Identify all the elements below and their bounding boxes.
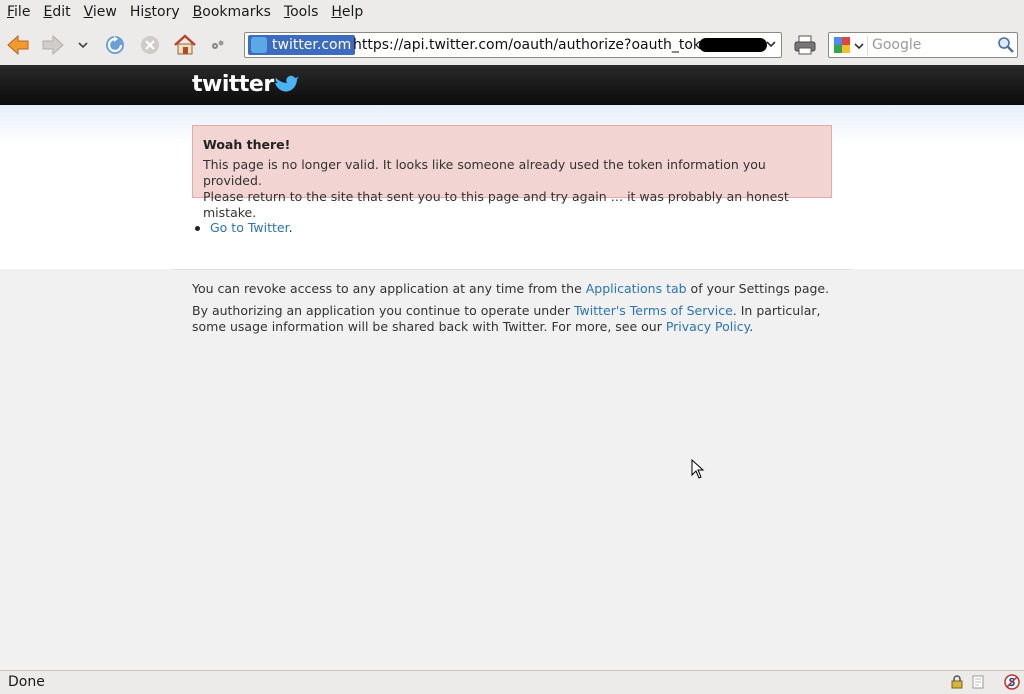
menu-bookmarks[interactable]: Bookmarks <box>186 0 277 24</box>
url-bar[interactable]: twitter.com https://api.twitter.com/oaut… <box>244 32 782 58</box>
bullet-icon <box>195 226 200 231</box>
chevron-down-icon <box>854 43 864 50</box>
error-box: Woah there! This page is no longer valid… <box>192 125 832 220</box>
search-placeholder: Google <box>872 37 922 53</box>
error-title: Woah there! <box>203 137 291 152</box>
menu-view[interactable]: View <box>77 0 123 24</box>
twitter-header: twitter <box>0 65 1024 105</box>
lock-icon[interactable] <box>950 675 964 689</box>
privacy-policy-link[interactable]: Privacy Policy <box>666 319 749 334</box>
authorize-text-end: . <box>749 319 754 334</box>
chevron-down-icon <box>78 42 88 49</box>
mouse-cursor-icon <box>691 459 705 479</box>
status-text: Done <box>8 674 45 690</box>
home-icon <box>174 34 196 55</box>
error-message-line-1: This page is no longer valid. It looks l… <box>203 157 766 188</box>
twitter-logo[interactable]: twitter <box>192 71 274 99</box>
gear-cluster-icon <box>212 40 224 49</box>
go-to-twitter-item: Go to Twitter. <box>192 220 293 235</box>
forward-arrow-icon <box>42 34 64 56</box>
search-box[interactable]: Google <box>828 32 1018 58</box>
back-button[interactable] <box>5 32 31 58</box>
home-button[interactable] <box>172 32 198 58</box>
stop-button[interactable] <box>137 32 163 58</box>
page-info-icon[interactable] <box>971 675 985 689</box>
print-button[interactable] <box>792 32 818 58</box>
menu-history[interactable]: History <box>123 0 186 24</box>
info-text: You can revoke access to any application… <box>192 281 832 341</box>
authorize-paragraph: By authorizing an application you contin… <box>192 303 832 335</box>
search-icon[interactable] <box>997 36 1015 54</box>
go-to-twitter-link[interactable]: Go to Twitter <box>210 220 289 235</box>
url-text[interactable]: https://api.twitter.com/oauth/authorize?… <box>353 33 730 57</box>
navigation-toolbar: twitter.com https://api.twitter.com/oaut… <box>0 24 1024 66</box>
site-identity-button[interactable]: twitter.com <box>248 35 356 55</box>
site-identity-label: twitter.com <box>272 37 352 53</box>
reload-button[interactable] <box>102 32 128 58</box>
applications-tab-link[interactable]: Applications tab <box>586 281 687 296</box>
history-dropdown-button[interactable] <box>72 32 94 58</box>
revoke-paragraph: You can revoke access to any application… <box>192 281 832 297</box>
twitter-favicon-icon <box>251 37 267 53</box>
go-suffix: . <box>288 220 293 235</box>
page-content: twitter Woah there! This page is no long… <box>0 65 1024 670</box>
menu-file[interactable]: File <box>0 0 36 24</box>
menu-tools[interactable]: Tools <box>277 0 325 24</box>
forward-button[interactable] <box>40 32 66 58</box>
url-dropdown-icon[interactable] <box>765 38 777 50</box>
addon-status-icon[interactable] <box>1004 674 1020 690</box>
printer-icon <box>794 35 816 55</box>
terms-of-service-link[interactable]: Twitter's Terms of Service <box>574 303 733 318</box>
revoke-text-end: of your Settings page. <box>686 281 830 296</box>
search-engine-selector[interactable] <box>831 35 868 55</box>
reload-icon <box>106 36 124 54</box>
stop-icon <box>141 36 159 54</box>
revoke-text: You can revoke access to any application… <box>192 281 586 296</box>
menu-edit[interactable]: Edit <box>36 0 76 24</box>
authorize-text: By authorizing an application you contin… <box>192 303 574 318</box>
menu-help[interactable]: Help <box>324 0 369 24</box>
error-message-line-2: Please return to the site that sent you … <box>203 189 789 220</box>
divider <box>172 269 852 270</box>
back-arrow-icon <box>7 34 29 56</box>
status-bar: Done <box>0 670 1024 694</box>
twitter-bird-icon <box>275 75 299 92</box>
extension-button[interactable] <box>208 32 228 58</box>
google-logo-icon <box>834 37 850 53</box>
menu-bar: File Edit View History Bookmarks Tools H… <box>0 0 1024 24</box>
redaction-mark <box>699 38 767 52</box>
